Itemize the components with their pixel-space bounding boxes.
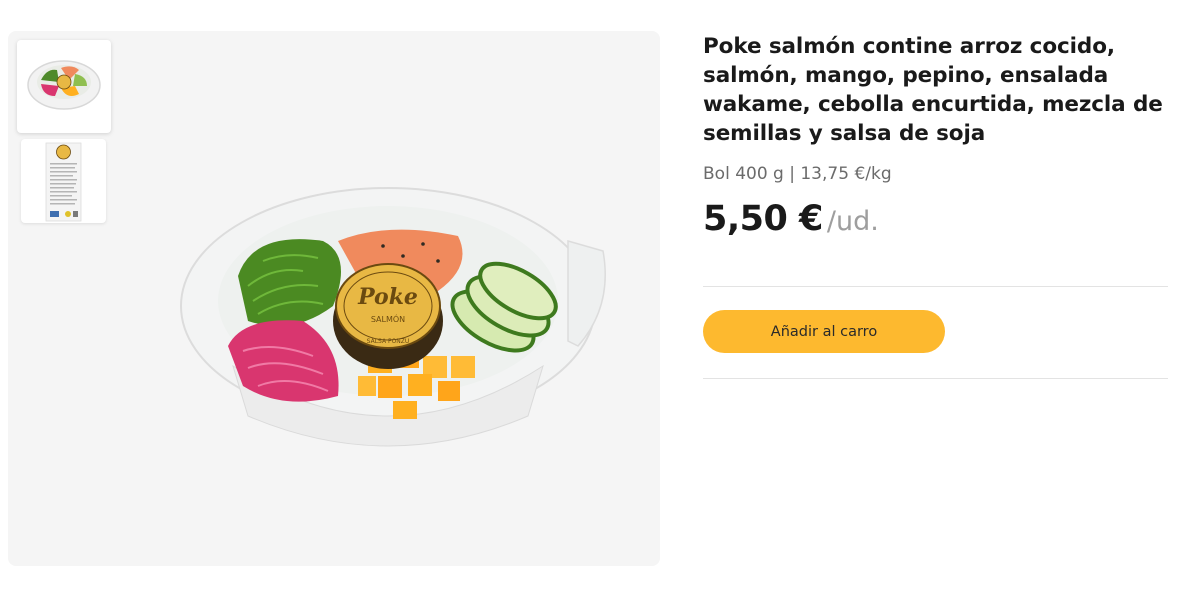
product-gallery: Poke SALMÓN SALSA PONZU <box>8 31 660 566</box>
thumbnail-bowl-image <box>27 60 101 110</box>
product-size-price-per-kg: Bol 400 g | 13,75 €/kg <box>703 164 892 184</box>
thumbnail-label-image <box>45 142 82 222</box>
product-price: 5,50 € <box>703 199 823 239</box>
price-row: 5,50 € /ud. <box>703 199 1173 239</box>
add-to-cart-button[interactable]: Añadir al carro <box>703 310 945 353</box>
product-title: Poke salmón contine arroz cocido, salmón… <box>703 34 1163 146</box>
price-unit: /ud. <box>826 206 879 237</box>
thumbnail-product-label[interactable] <box>21 139 106 223</box>
thumbnail-product-front[interactable] <box>17 40 111 133</box>
divider-bottom <box>703 378 1168 379</box>
main-product-image: Poke SALMÓN SALSA PONZU <box>180 187 606 447</box>
lid-brand-text: Poke <box>357 284 418 310</box>
divider-top <box>703 286 1168 287</box>
lid-subtitle-text: SALMÓN <box>371 313 405 324</box>
product-info: Poke salmón contine arroz cocido, salmón… <box>703 32 1173 239</box>
lid-footer-text: SALSA PONZU <box>367 338 410 345</box>
